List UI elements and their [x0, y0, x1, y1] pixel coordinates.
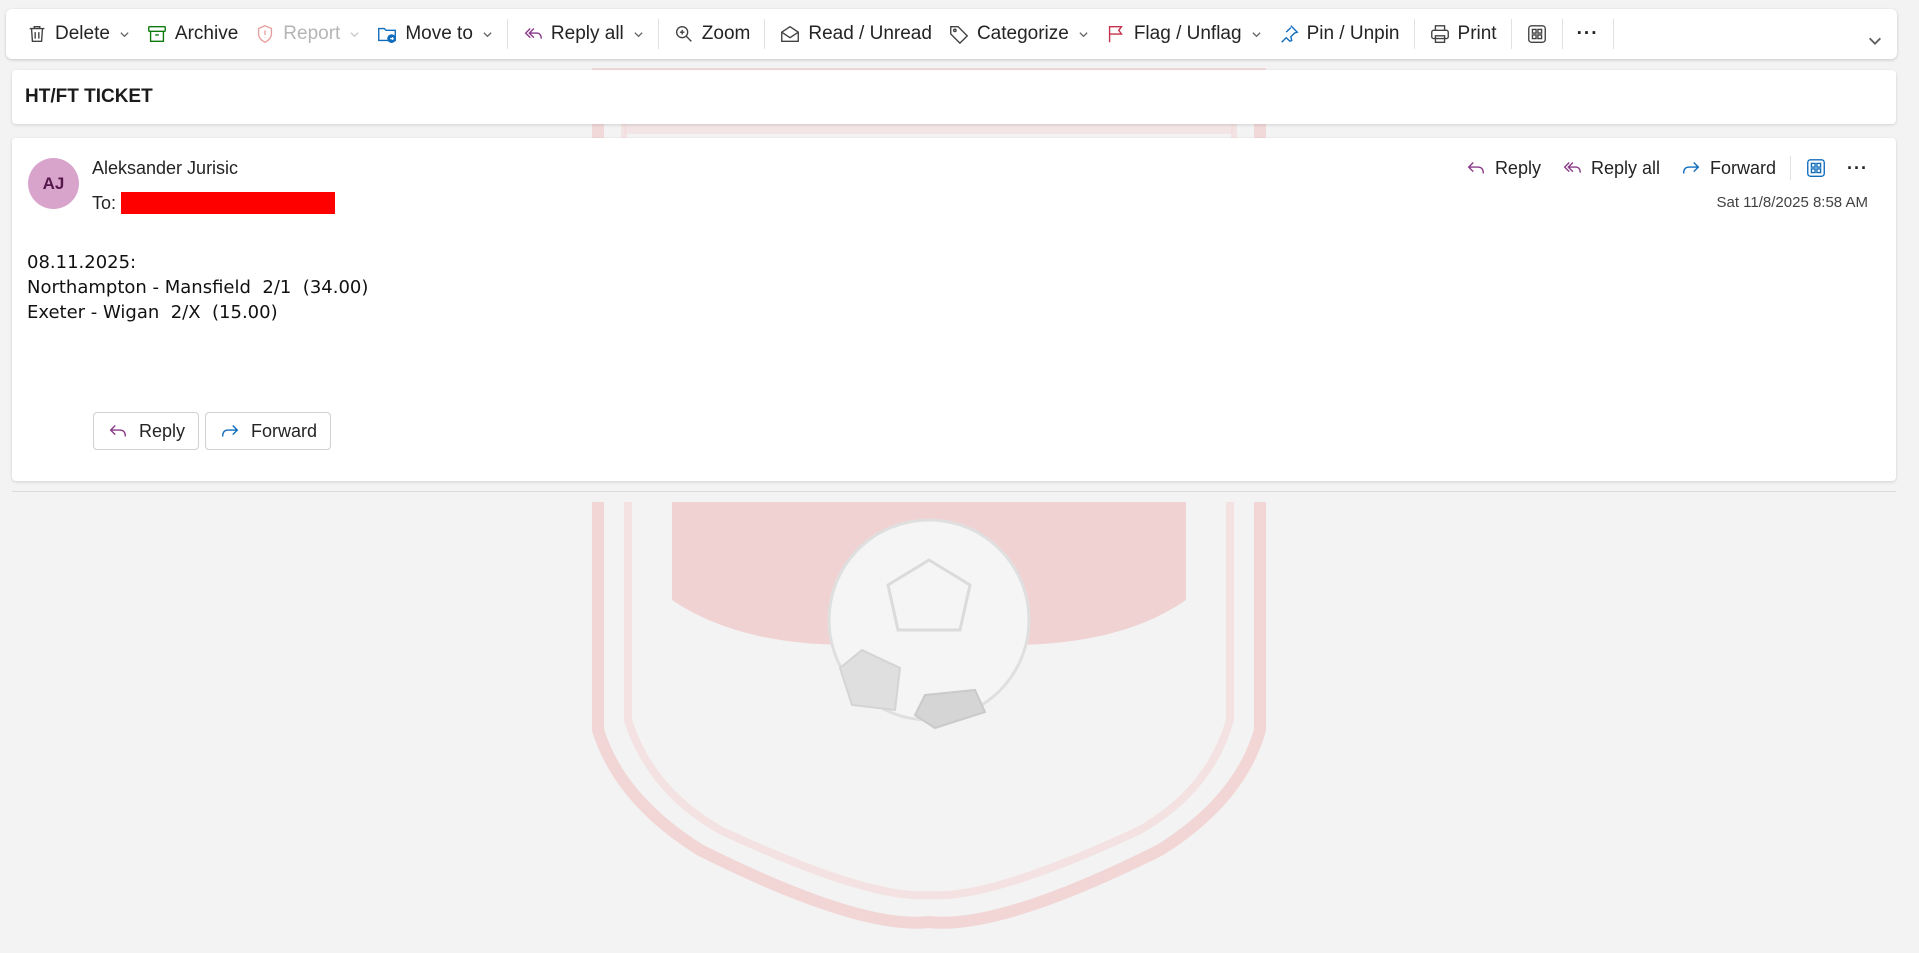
reply-label: Reply	[1494, 157, 1541, 178]
categorize-label: Categorize	[976, 23, 1069, 44]
email-subject: HT/FT TICKET	[25, 86, 153, 107]
more-icon: ···	[1576, 23, 1599, 44]
redacted-recipient	[121, 192, 336, 214]
toolbar-divider	[1561, 19, 1563, 49]
message-body: 08.11.2025: Northampton - Mansfield 2/1 …	[27, 250, 368, 325]
flag-icon	[1108, 25, 1123, 43]
footer-forward-label: Forward	[251, 420, 318, 441]
chevron-down-icon[interactable]	[1251, 29, 1262, 40]
chevron-down-icon[interactable]	[349, 29, 360, 40]
archive-button[interactable]: Archive	[138, 16, 246, 52]
apps-grid-icon	[1527, 25, 1546, 43]
message-actions: Reply Reply all Forward ···	[1457, 152, 1876, 184]
flag-unflag-button[interactable]: Flag / Unflag	[1097, 16, 1270, 52]
apps-grid-icon	[1807, 159, 1825, 177]
envelope-open-icon	[781, 25, 800, 43]
message-date: Sat 11/8/2025 8:58 AM	[1716, 194, 1868, 211]
delete-label: Delete	[55, 23, 110, 44]
body-line: Northampton - Mansfield 2/1 (34.00)	[27, 277, 369, 298]
report-button[interactable]: Report	[246, 16, 368, 52]
more-icon: ···	[1847, 157, 1868, 178]
apps-button[interactable]	[1518, 16, 1556, 52]
reply-all-icon	[524, 28, 542, 39]
pin-unpin-button[interactable]: Pin / Unpin	[1270, 16, 1408, 52]
message-card: AJ Aleksander Jurisic To: Reply Reply al…	[12, 138, 1896, 481]
forward-icon	[1682, 162, 1700, 174]
move-to-label: Move to	[405, 23, 473, 44]
print-button[interactable]: Print	[1421, 16, 1505, 52]
read-unread-label: Read / Unread	[808, 23, 932, 44]
flag-unflag-label: Flag / Unflag	[1133, 23, 1242, 44]
footer-reply-button[interactable]: Reply	[93, 412, 200, 450]
more-actions-button[interactable]: ···	[1569, 16, 1607, 52]
footer-reply-label: Reply	[139, 420, 186, 441]
chevron-down-icon[interactable]	[482, 29, 493, 40]
toolbar-divider	[1612, 19, 1614, 49]
chevron-down-icon[interactable]	[1078, 29, 1089, 40]
zoom-button[interactable]: Zoom	[665, 16, 759, 52]
pin-icon	[1280, 25, 1299, 43]
printer-icon	[1430, 25, 1449, 43]
avatar-initials: AJ	[42, 173, 65, 193]
reply-all-icon	[1563, 162, 1581, 173]
reply-icon	[1467, 162, 1484, 174]
toolbar-divider	[764, 19, 766, 49]
apps-button[interactable]	[1797, 152, 1835, 184]
pin-unpin-label: Pin / Unpin	[1306, 23, 1400, 44]
reply-all-label: Reply all	[1590, 157, 1660, 178]
zoom-icon	[675, 25, 692, 42]
archive-label: Archive	[174, 23, 239, 44]
message-more-button[interactable]: ···	[1839, 152, 1876, 184]
collapse-toolbar-chevron-icon[interactable]	[1867, 33, 1883, 49]
reply-icon	[109, 425, 127, 437]
reply-all-button[interactable]: Reply all	[514, 16, 652, 52]
delete-button[interactable]: Delete	[18, 16, 138, 52]
thread-divider	[12, 491, 1896, 492]
forward-button[interactable]: Forward	[1672, 152, 1784, 184]
chevron-down-icon[interactable]	[119, 29, 130, 40]
body-line: Exeter - Wigan 2/X (15.00)	[27, 302, 278, 323]
toolbar-divider	[1413, 19, 1415, 49]
toolbar-divider	[657, 19, 659, 49]
shield-report-icon	[258, 25, 273, 44]
print-label: Print	[1457, 23, 1497, 44]
command-toolbar: Delete Archive Report Move to Reply all …	[6, 9, 1897, 59]
footer-forward-button[interactable]: Forward	[205, 412, 332, 450]
avatar[interactable]: AJ	[28, 158, 79, 209]
actions-divider	[1790, 156, 1792, 180]
toolbar-divider	[506, 19, 508, 49]
categorize-button[interactable]: Categorize	[940, 16, 1097, 52]
forward-icon	[222, 425, 239, 437]
reply-all-label: Reply all	[550, 23, 624, 44]
reply-button[interactable]: Reply	[1457, 152, 1549, 184]
subject-bar: HT/FT TICKET	[12, 70, 1896, 124]
chevron-down-icon[interactable]	[633, 29, 644, 40]
archive-icon	[147, 25, 166, 43]
body-line: 08.11.2025:	[27, 252, 137, 273]
to-label: To:	[92, 192, 117, 213]
reply-all-button[interactable]: Reply all	[1553, 152, 1668, 184]
tag-icon	[950, 25, 969, 45]
footer-actions: Reply Forward	[93, 412, 332, 450]
read-unread-button[interactable]: Read / Unread	[771, 16, 940, 52]
move-to-button[interactable]: Move to	[368, 16, 501, 52]
zoom-label: Zoom	[701, 23, 751, 44]
sender-name[interactable]: Aleksander Jurisic	[92, 158, 238, 179]
toolbar-divider	[1510, 19, 1512, 49]
recipient-row: To:	[92, 192, 336, 214]
forward-label: Forward	[1710, 157, 1777, 178]
trash-icon	[29, 25, 45, 43]
folder-move-icon	[378, 27, 397, 43]
report-label: Report	[283, 23, 341, 44]
